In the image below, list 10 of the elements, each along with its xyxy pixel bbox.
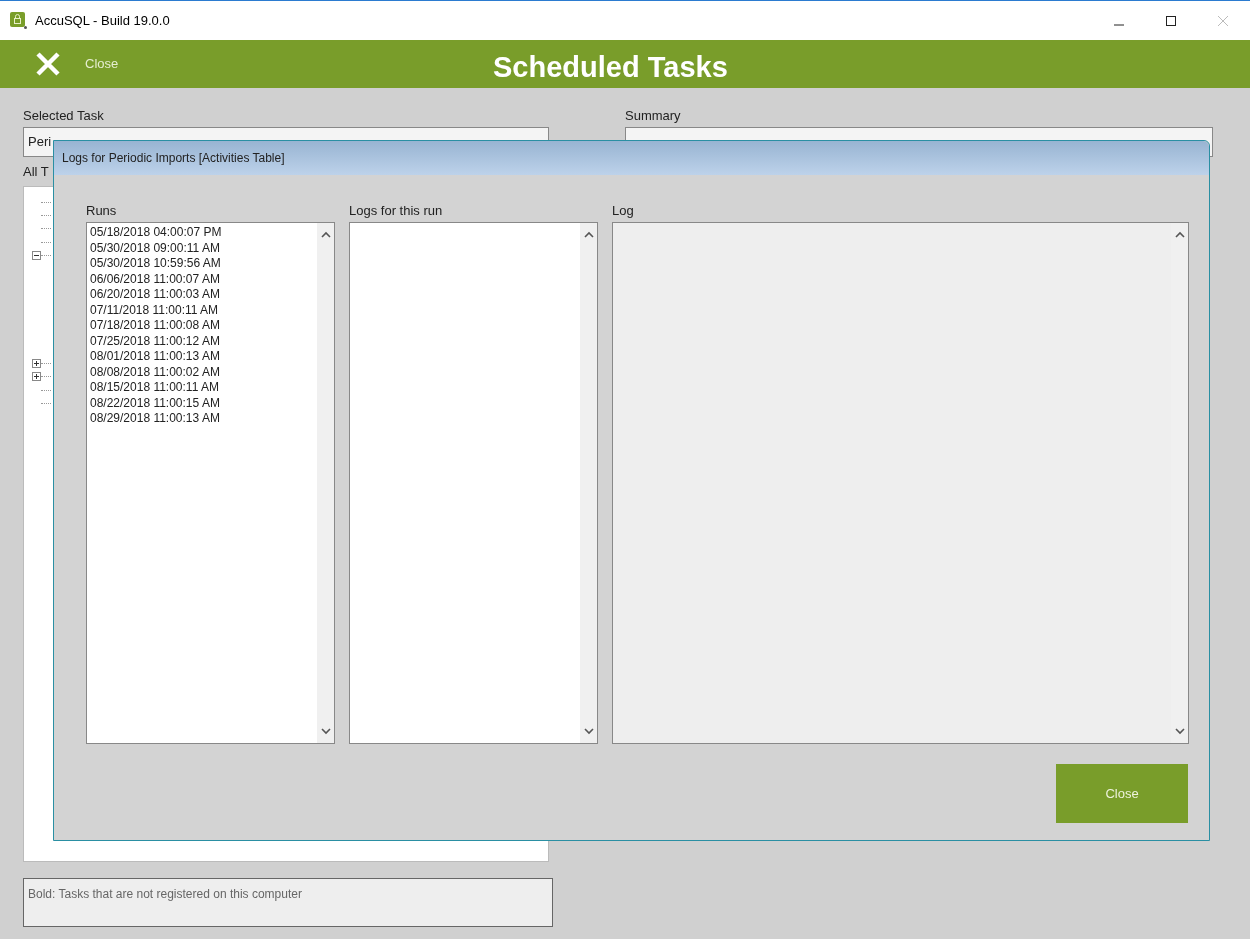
log-label: Log [612,203,635,218]
page-title: Scheduled Tasks [493,50,728,85]
logs-label: Logs for this run [349,203,444,218]
selected-task-label: Selected Task [23,108,105,123]
summary-label: Summary [625,108,682,123]
all-tasks-label: All T [23,163,50,181]
dialog-title: Logs for Periodic Imports [Activities Table] [62,150,285,167]
window-title: AccuSQL - Build 19.0.0 [35,11,170,30]
legend-note: Bold: Tasks that are not registered on this computer [23,877,553,927]
runs-label: Runs [86,203,118,218]
